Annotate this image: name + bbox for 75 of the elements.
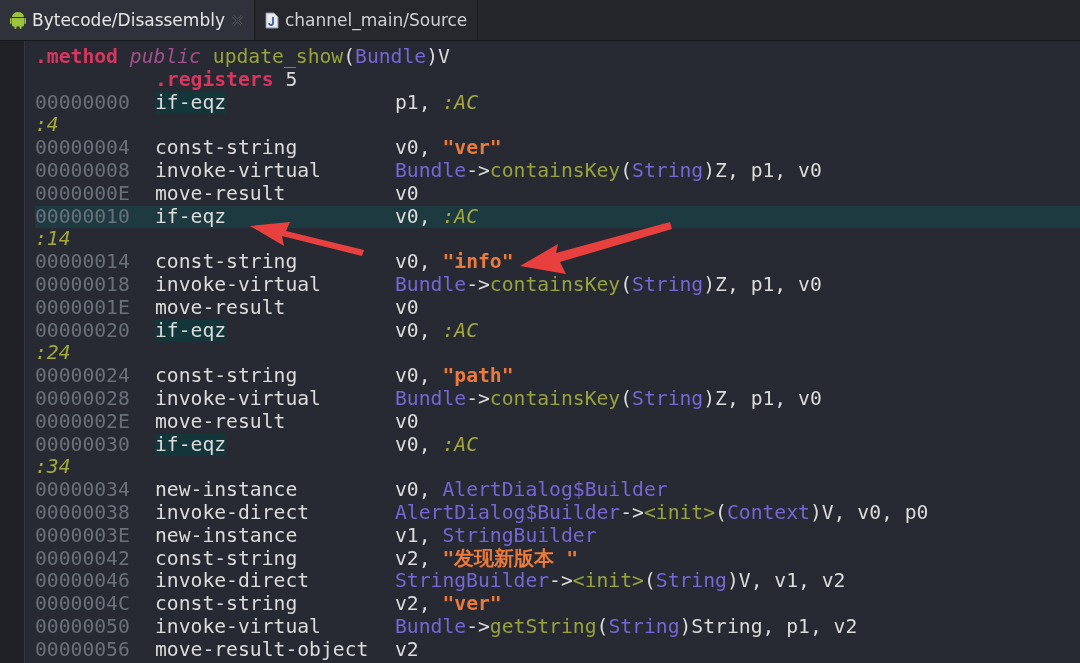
java-file-icon bbox=[264, 11, 279, 29]
instruction-operands: v0, :AC bbox=[395, 205, 478, 229]
address: 00000020 bbox=[35, 319, 131, 343]
instruction-mnemonic: const-string bbox=[155, 137, 298, 160]
instruction-mnemonic: invoke-direct bbox=[155, 570, 310, 594]
address: 00000056 bbox=[35, 638, 131, 662]
address: 0000002E bbox=[35, 410, 131, 434]
instruction-operands: v2, "发现新版本 " bbox=[395, 547, 578, 571]
address: 00000046 bbox=[35, 570, 131, 594]
instruction-operands: v0, :AC bbox=[395, 433, 478, 457]
editor-tab[interactable]: Bytecode/Disassembly bbox=[0, 0, 255, 40]
code-label: :34 bbox=[35, 456, 71, 480]
instruction-operands: Bundle->getString(String)String, p1, v2 bbox=[395, 615, 858, 639]
address: 0000003E bbox=[35, 524, 131, 548]
instruction-mnemonic: invoke-direct bbox=[155, 501, 310, 525]
address: 00000000 bbox=[35, 91, 131, 115]
instruction-mnemonic: const-string bbox=[155, 547, 298, 571]
address: 00000018 bbox=[35, 273, 131, 297]
close-icon[interactable] bbox=[230, 13, 244, 27]
instruction-mnemonic: move-result bbox=[155, 296, 286, 320]
instruction-mnemonic: const-string bbox=[155, 593, 298, 616]
instruction-operands: Bundle->containsKey(String)Z, p1, v0 bbox=[395, 387, 822, 411]
registers-directive: .registers 5 bbox=[155, 68, 298, 92]
address: 00000028 bbox=[35, 387, 131, 411]
instruction-mnemonic: const-string bbox=[155, 365, 298, 388]
tab-label: Bytecode/Disassembly bbox=[32, 10, 225, 30]
tab-label: channel_main/Source bbox=[284, 10, 468, 30]
instruction-mnemonic: new-instance bbox=[155, 479, 298, 502]
instruction-operands: v0 bbox=[395, 296, 419, 320]
code-label: :14 bbox=[35, 228, 71, 252]
instruction-operands: v0, "ver" bbox=[395, 137, 502, 160]
instruction-operands: v0, "info" bbox=[395, 251, 514, 274]
instruction-operands: Bundle->containsKey(String)Z, p1, v0 bbox=[395, 160, 822, 183]
instruction-mnemonic: move-result bbox=[155, 182, 286, 206]
address: 00000010 bbox=[35, 205, 131, 229]
instruction-mnemonic: invoke-virtual bbox=[155, 615, 321, 639]
address: 00000008 bbox=[35, 160, 131, 183]
address: 00000042 bbox=[35, 547, 131, 571]
instruction-mnemonic: new-instance bbox=[155, 524, 298, 548]
instruction-mnemonic: if-eqz bbox=[155, 319, 227, 343]
method-declaration: .method public update_show(Bundle)V bbox=[35, 46, 450, 69]
code-label: :24 bbox=[35, 342, 71, 366]
instruction-mnemonic: const-string bbox=[155, 251, 298, 274]
instruction-operands: v0, AlertDialog$Builder bbox=[395, 479, 668, 502]
instruction-mnemonic: move-result bbox=[155, 410, 286, 434]
instruction-operands: Bundle->containsKey(String)Z, p1, v0 bbox=[395, 273, 822, 297]
instruction-mnemonic: if-eqz bbox=[155, 205, 227, 229]
instruction-operands: v0, :AC bbox=[395, 319, 478, 343]
instruction-operands: v2, "ver" bbox=[395, 593, 502, 616]
instruction-operands: p1, :AC bbox=[395, 91, 478, 115]
address: 00000014 bbox=[35, 251, 131, 274]
address: 00000050 bbox=[35, 615, 131, 639]
instruction-operands: StringBuilder-><init>(String)V, v1, v2 bbox=[395, 570, 846, 594]
instruction-mnemonic: if-eqz bbox=[155, 433, 227, 457]
address: 0000004C bbox=[35, 593, 131, 616]
address: 00000034 bbox=[35, 479, 131, 502]
address: 00000024 bbox=[35, 365, 131, 388]
instruction-mnemonic: move-result-object bbox=[155, 638, 369, 662]
instruction-mnemonic: invoke-virtual bbox=[155, 273, 321, 297]
instruction-mnemonic: if-eqz bbox=[155, 91, 227, 115]
instruction-operands: v0 bbox=[395, 182, 419, 206]
address: 0000001E bbox=[35, 296, 131, 320]
address: 00000038 bbox=[35, 501, 131, 525]
address: 00000004 bbox=[35, 137, 131, 160]
instruction-operands: AlertDialog$Builder-><init>(Context)V, v0, p0 bbox=[395, 501, 929, 525]
android-icon bbox=[10, 11, 26, 29]
instruction-operands: v2 bbox=[395, 638, 419, 662]
instruction-operands: v0, "path" bbox=[395, 365, 514, 388]
instruction-operands: v0 bbox=[395, 410, 419, 434]
address: 0000000E bbox=[35, 182, 131, 206]
instruction-mnemonic: invoke-virtual bbox=[155, 160, 321, 183]
instruction-operands: v1, StringBuilder bbox=[395, 524, 597, 548]
code-label: :4 bbox=[35, 114, 59, 138]
instruction-mnemonic: invoke-virtual bbox=[155, 387, 321, 411]
address: 00000030 bbox=[35, 433, 131, 457]
